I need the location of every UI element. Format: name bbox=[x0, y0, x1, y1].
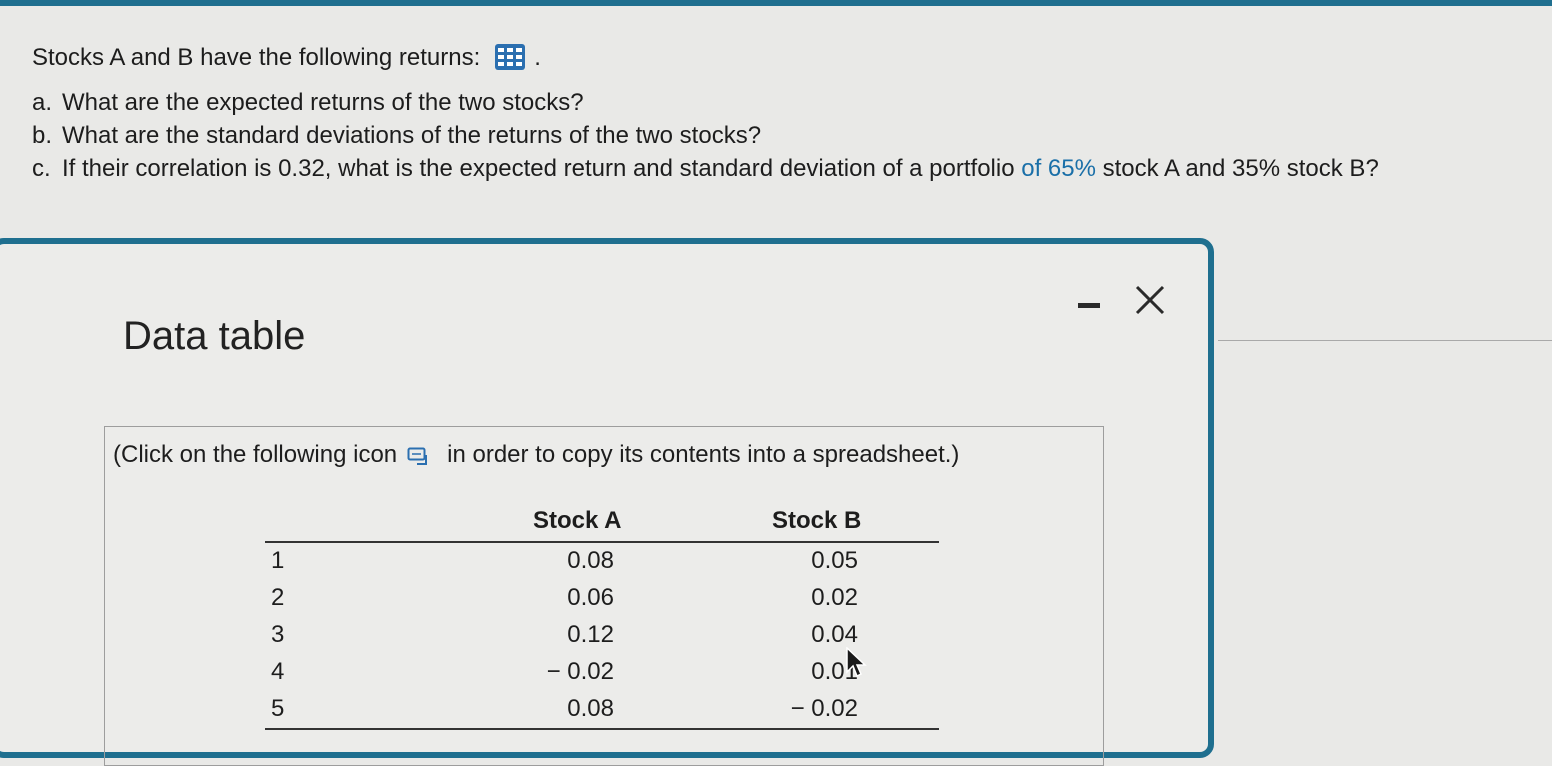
question-letter: a. bbox=[32, 89, 53, 116]
question-block: Stocks A and B have the following return… bbox=[32, 40, 1379, 185]
question-text-part: stock A and 35% stock B? bbox=[1095, 155, 1379, 182]
data-table-dialog: Data table (Click on the following icon … bbox=[0, 238, 1214, 766]
stock-b-value: 0.02 bbox=[811, 584, 858, 611]
spreadsheet-grid-icon[interactable] bbox=[494, 43, 526, 71]
divider bbox=[1218, 340, 1552, 341]
mouse-pointer-icon bbox=[846, 647, 867, 678]
instruction-text: (Click on the following icon bbox=[113, 441, 398, 468]
minimize-icon bbox=[1078, 302, 1100, 308]
stock-a-value: 0.08 bbox=[567, 695, 614, 722]
question-text-part: If their correlation is 0.32, what is th… bbox=[62, 155, 1022, 182]
stock-b-value: − 0.02 bbox=[790, 695, 858, 722]
table-row: 1 0.08 0.05 bbox=[265, 543, 939, 580]
stock-b-value: 0.05 bbox=[811, 547, 858, 574]
row-index: 4 bbox=[271, 658, 285, 685]
data-table-panel: (Click on the following icon in order to… bbox=[104, 426, 1104, 766]
minimize-button[interactable] bbox=[1076, 300, 1102, 310]
returns-table: Stock A Stock B 1 0.08 0.05 2 0.06 0.02 … bbox=[265, 505, 939, 730]
stock-a-value: 0.08 bbox=[567, 547, 614, 574]
column-header-stock-a: Stock A bbox=[533, 507, 622, 534]
copy-to-spreadsheet-icon[interactable] bbox=[407, 445, 431, 465]
close-icon bbox=[1135, 285, 1165, 315]
table-row: 3 0.12 0.04 bbox=[265, 617, 939, 654]
question-item-c: c. If their correlation is 0.32, what is… bbox=[32, 152, 1379, 185]
question-item-a: a. What are the expected returns of the … bbox=[32, 86, 1379, 119]
close-button[interactable] bbox=[1132, 282, 1168, 318]
row-index: 1 bbox=[271, 547, 285, 574]
table-header: Stock A Stock B bbox=[265, 505, 939, 543]
question-text: If their correlation is 0.32, what is th… bbox=[62, 152, 1379, 185]
top-accent-bar bbox=[0, 0, 1552, 6]
table-row: 4 − 0.02 0.01 bbox=[265, 654, 939, 691]
question-list: a. What are the expected returns of the … bbox=[32, 86, 1379, 185]
question-text-highlight: of 65% bbox=[1021, 155, 1096, 182]
dialog-title: Data table bbox=[123, 314, 306, 358]
table-row: 5 0.08 − 0.02 bbox=[265, 691, 939, 730]
stock-a-value: 0.12 bbox=[567, 621, 614, 648]
question-intro: Stocks A and B have the following return… bbox=[32, 40, 1379, 74]
row-index: 2 bbox=[271, 584, 285, 611]
question-letter: b. bbox=[32, 122, 53, 149]
question-letter: c. bbox=[32, 155, 51, 182]
question-intro-text: Stocks A and B have the following return… bbox=[32, 43, 481, 71]
row-index: 5 bbox=[271, 695, 285, 722]
stock-a-value: 0.06 bbox=[567, 584, 614, 611]
column-header-stock-b: Stock B bbox=[772, 507, 862, 534]
row-index: 3 bbox=[271, 621, 285, 648]
instruction-text: in order to copy its contents into a spr… bbox=[447, 441, 960, 468]
copy-instruction: (Click on the following icon in order to… bbox=[113, 441, 959, 469]
table-row: 2 0.06 0.02 bbox=[265, 580, 939, 617]
stock-a-value: − 0.02 bbox=[546, 658, 614, 685]
question-text: What are the expected returns of the two… bbox=[62, 89, 584, 116]
question-item-b: b. What are the standard deviations of t… bbox=[32, 119, 1379, 152]
stock-b-value: 0.04 bbox=[811, 621, 858, 648]
intro-period: . bbox=[534, 43, 541, 71]
question-text: What are the standard deviations of the … bbox=[62, 122, 762, 149]
